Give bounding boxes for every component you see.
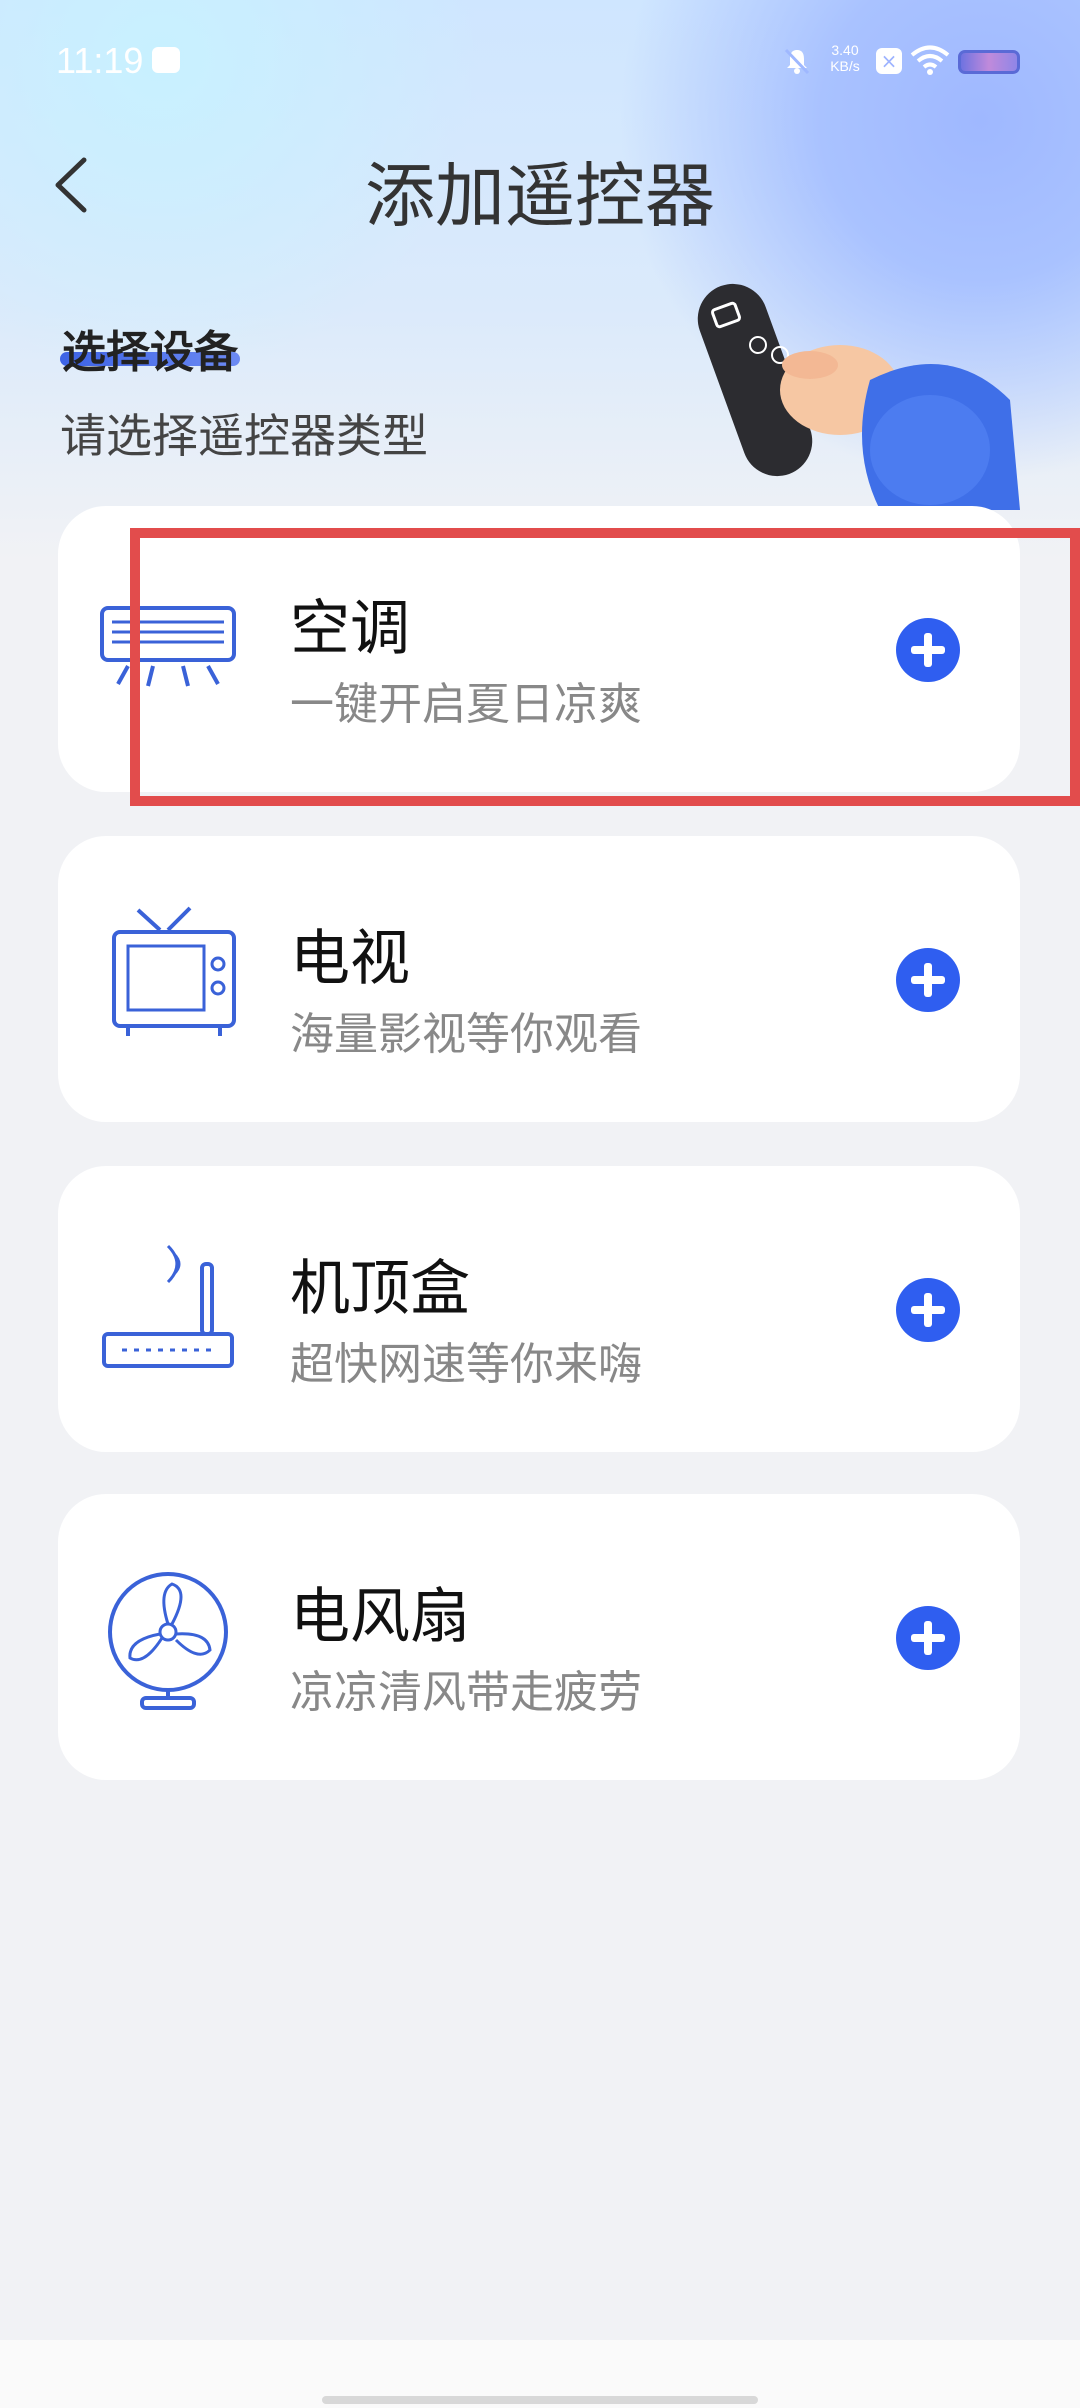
tv-icon xyxy=(112,906,236,1036)
device-name: 电视 xyxy=(290,924,410,994)
hand-holding-remote-illustration xyxy=(697,283,1020,510)
set-top-box-icon xyxy=(102,1244,234,1368)
device-description: 超快网速等你来嗨 xyxy=(290,1339,642,1390)
device-card-set-top-box[interactable]: 机顶盒 超快网速等你来嗨 xyxy=(58,1166,1020,1452)
page-title: 添加遥控器 xyxy=(365,155,715,237)
fan-icon xyxy=(108,1572,228,1710)
device-name: 机顶盒 xyxy=(290,1254,470,1324)
device-card-fan[interactable]: 电风扇 凉凉清风带走疲劳 xyxy=(58,1494,1020,1780)
device-description: 海量影视等你观看 xyxy=(290,1009,642,1060)
mute-bell-icon xyxy=(784,48,810,75)
section-subtitle: 请选择遥控器类型 xyxy=(60,409,428,463)
add-fan-button[interactable] xyxy=(896,1606,960,1670)
device-card-tv[interactable]: 电视 海量影视等你观看 xyxy=(58,836,1020,1122)
status-bar: 11:19 3.40 KB/s × xyxy=(0,0,1080,120)
status-time: 11:19 xyxy=(56,40,144,81)
message-notification-icon xyxy=(152,47,180,73)
close-notification-icon: × xyxy=(876,48,902,74)
wifi-icon xyxy=(910,45,950,75)
home-indicator[interactable] xyxy=(322,2396,758,2404)
device-description: 凉凉清风带走疲劳 xyxy=(290,1667,642,1718)
network-speed: 3.40 KB/s xyxy=(830,42,860,74)
device-name: 电风扇 xyxy=(290,1582,470,1652)
selection-highlight-box xyxy=(130,528,1080,806)
section-title: 选择设备 xyxy=(62,327,238,378)
battery-icon xyxy=(958,50,1020,74)
add-set-top-box-button[interactable] xyxy=(896,1278,960,1342)
add-tv-button[interactable] xyxy=(896,948,960,1012)
